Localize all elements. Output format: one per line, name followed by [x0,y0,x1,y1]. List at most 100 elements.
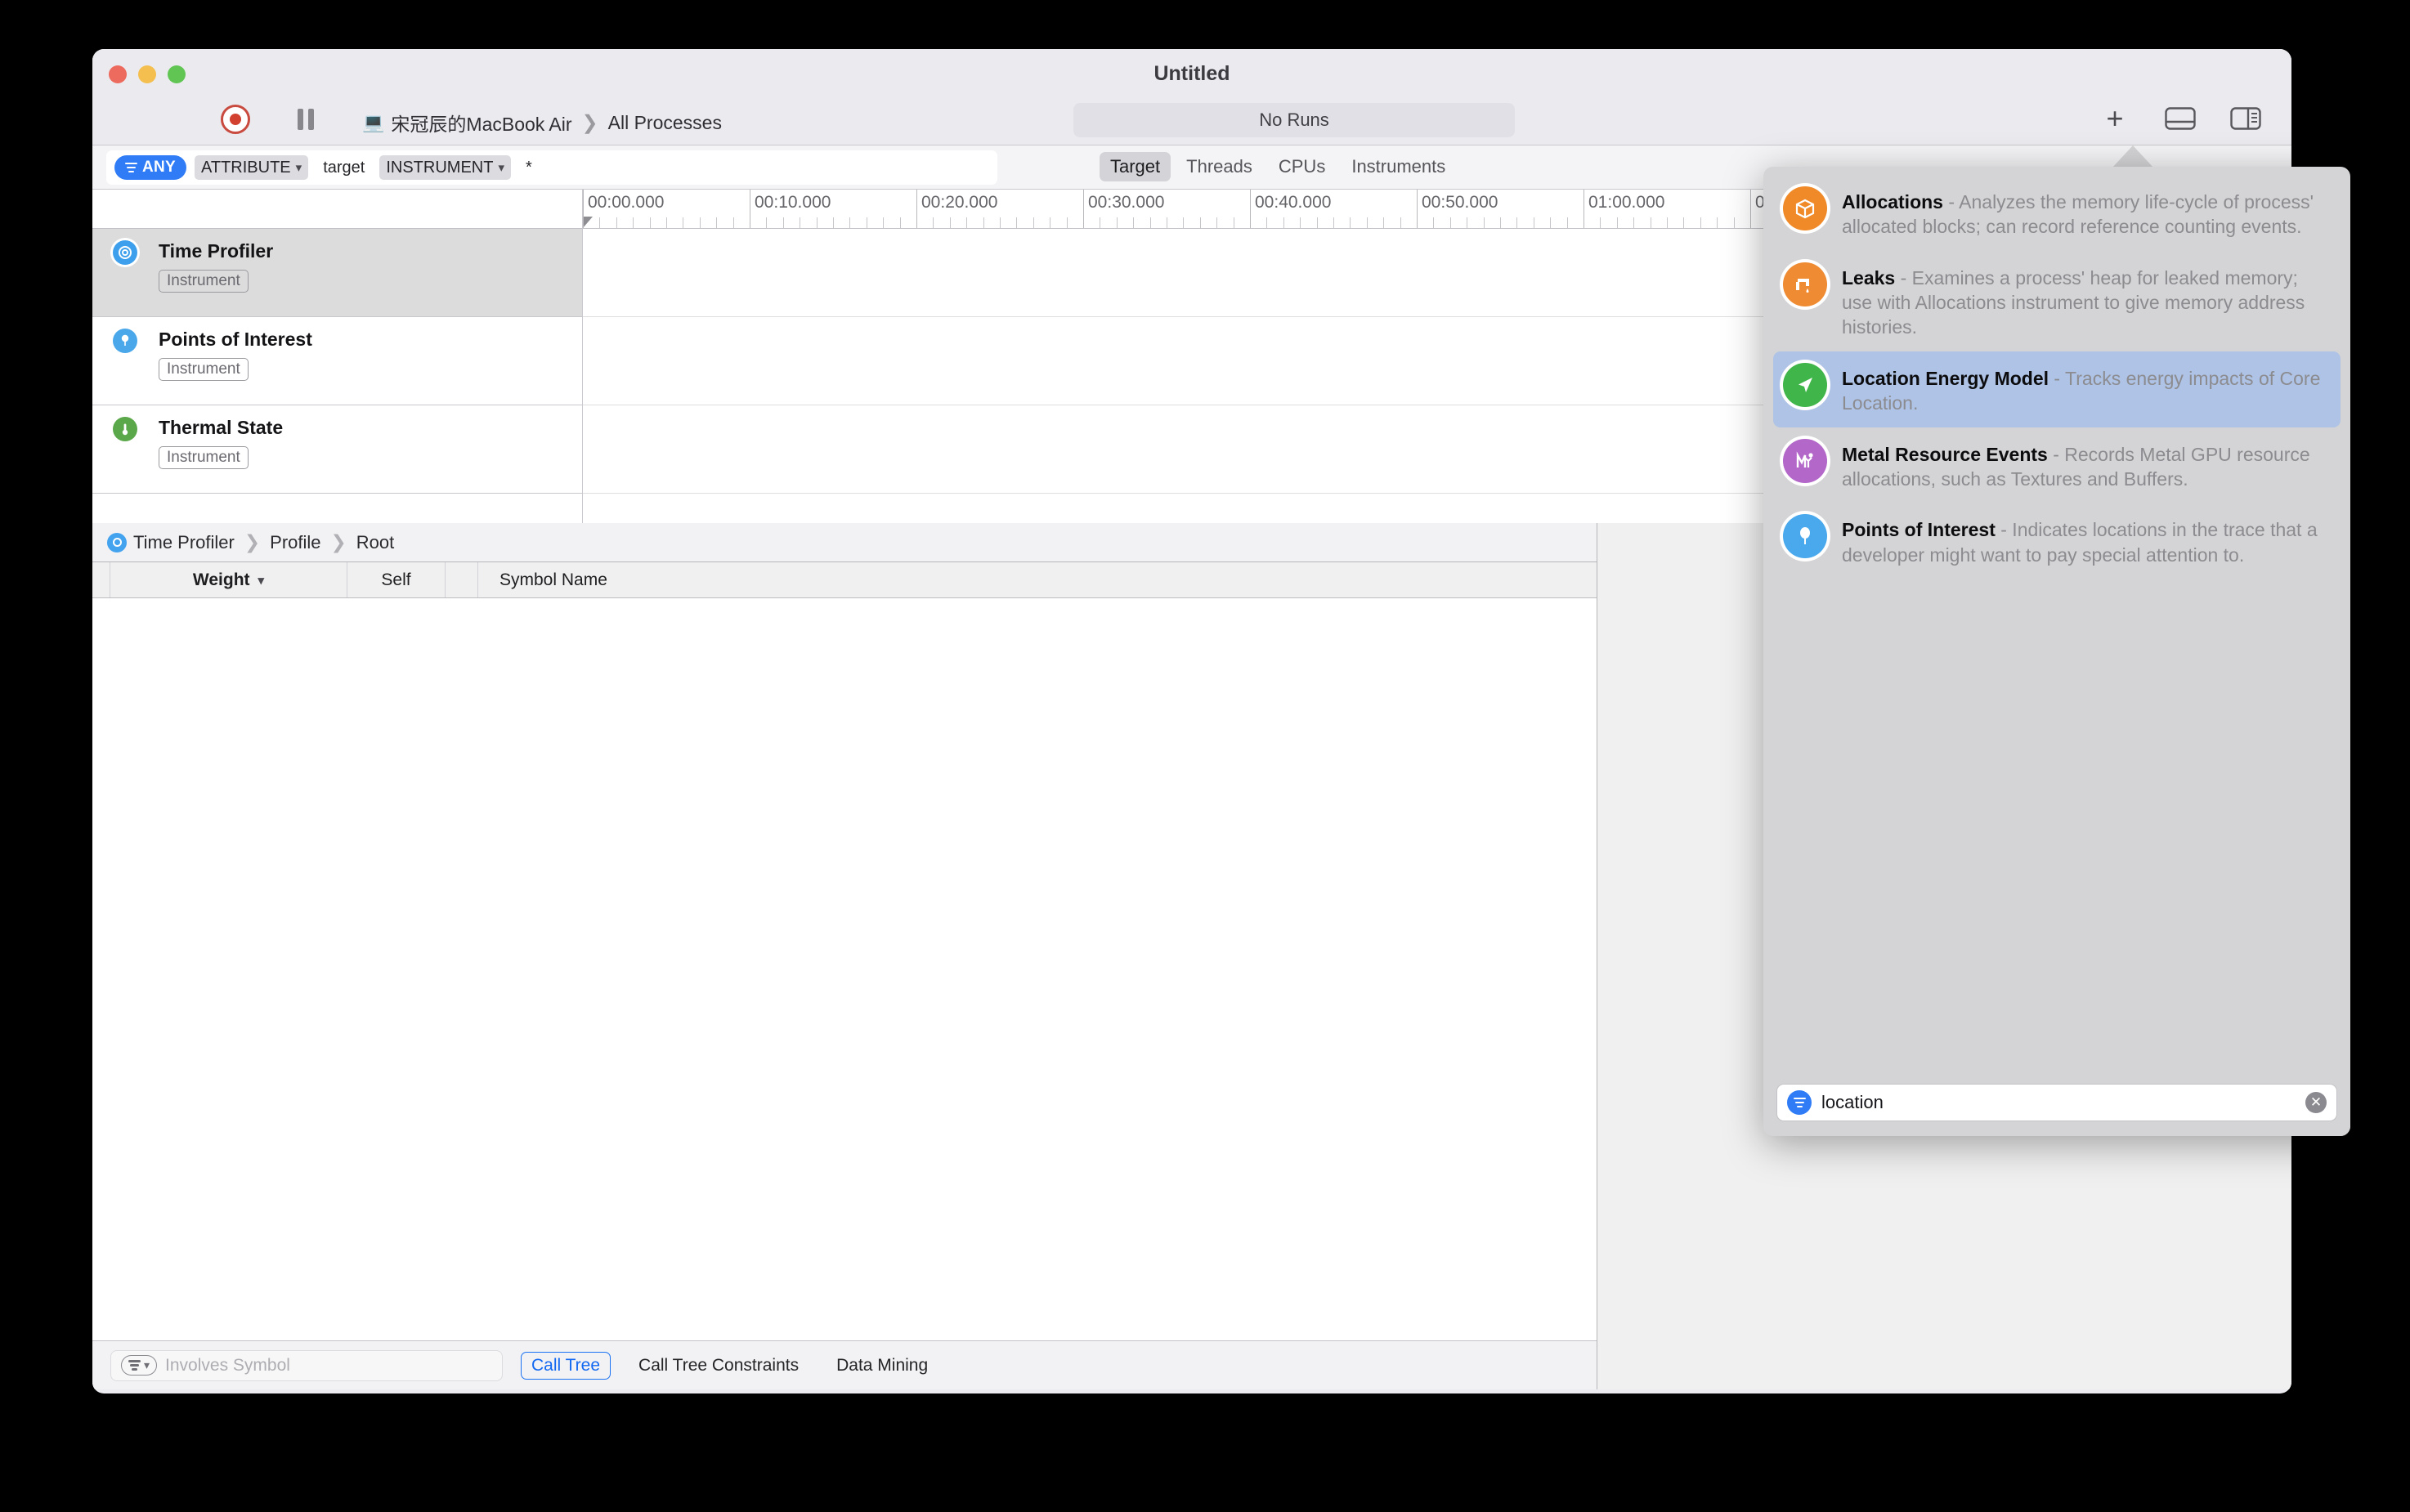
ruler-minor-tick [1300,217,1301,228]
breadcrumb-item-1[interactable]: Profile [270,532,320,553]
call-tree-pane: Time Profiler ❯ Profile ❯ Root Weight ▾ … [92,523,1597,1389]
ruler-minor-tick [1383,217,1385,228]
ruler-tick-label: 00:30.000 [1088,193,1165,212]
bottom-bar: ▾ Involves Symbol Call Tree Call Tree Co… [92,1340,1597,1389]
tab-threads[interactable]: Threads [1176,152,1263,181]
chevron-down-icon: ▾ [258,573,265,588]
ruler-minor-tick [1717,217,1718,228]
any-pill-label: ANY [142,159,177,176]
toggle-inspector-button[interactable] [2229,105,2262,132]
instrument-item-location-energy-model[interactable]: Location Energy Model - Tracks energy im… [1773,351,2341,427]
playhead-marker[interactable] [583,217,593,228]
ruler-minor-tick [816,217,818,228]
filter-token-attribute[interactable]: ATTRIBUTE ▾ [195,155,309,180]
target-scope[interactable]: All Processes [608,112,722,134]
track-badge: Instrument [159,446,249,469]
time-profiler-icon [113,240,137,265]
involves-symbol-input[interactable]: ▾ Involves Symbol [110,1349,503,1381]
filter-token-wildcard[interactable]: * [519,155,539,180]
track-title: Thermal State [159,417,284,438]
filter-icon [125,162,137,173]
ruler-minor-tick [1033,217,1034,228]
tab-instruments[interactable]: Instruments [1341,152,1456,181]
ruler-minor-tick [633,217,634,228]
tab-call-tree[interactable]: Call Tree [521,1351,611,1380]
clear-icon[interactable]: ✕ [2305,1092,2327,1113]
toolbar-right-controls: + [2099,101,2262,135]
ruler-minor-tick [1616,217,1618,228]
ruler-minor-tick [1016,217,1018,228]
filter-token-instrument[interactable]: INSTRUMENT ▾ [379,155,511,180]
filter-token-label: ATTRIBUTE [201,158,291,177]
plus-icon: + [2106,101,2124,135]
ruler-minor-tick [1500,217,1501,228]
page-title: Untitled [1153,62,1230,85]
breadcrumb-device-path: 💻 宋冠辰的MacBook Air ❯ All Processes [362,109,722,136]
runs-status[interactable]: No Runs [1073,103,1515,137]
device-name[interactable]: 宋冠辰的MacBook Air [391,109,571,136]
track-header-points-of-interest[interactable]: Points of Interest Instrument [92,317,582,405]
laptop-icon: 💻 [362,112,385,132]
instrument-search-input[interactable]: location ✕ [1776,1084,2337,1121]
add-instrument-button[interactable]: + [2099,101,2131,135]
ruler-minor-tick [1333,217,1334,228]
toolbar: 💻 宋冠辰的MacBook Air ❯ All Processes No Run… [92,95,2291,145]
ruler-minor-tick [1350,217,1351,228]
filter-scope-button[interactable]: ▾ [121,1355,158,1376]
tab-call-tree-constraints[interactable]: Call Tree Constraints [629,1353,809,1379]
chevron-right-icon: ❯ [244,531,261,552]
ruler-minor-tick [883,217,885,228]
tab-target[interactable]: Target [1100,152,1171,181]
record-button[interactable] [221,105,250,134]
chevron-down-icon: ▾ [295,161,302,175]
ruler-minor-tick [649,217,651,228]
column-header-weight[interactable]: Weight ▾ [110,562,347,597]
call-tree-table-body[interactable] [92,598,1597,1340]
instrument-search-value: location [1821,1092,1884,1112]
ruler-minor-tick [983,217,984,228]
ruler-minor-tick [766,217,768,228]
ruler-tick-label: 00:10.000 [755,193,831,212]
chevron-right-icon: ❯ [581,111,598,134]
box-icon [1783,186,1827,230]
ruler-minor-tick [1216,217,1218,228]
tab-cpus[interactable]: CPUs [1268,152,1336,181]
filter-token-target[interactable]: target [316,155,371,180]
popover-search-bar: location ✕ [1763,1072,2350,1136]
instrument-item-leaks[interactable]: Leaks - Examines a process' heap for lea… [1773,251,2341,351]
column-header-symbol-name[interactable]: Symbol Name [478,562,1597,597]
ruler-minor-tick [1733,217,1735,228]
ruler-minor-tick [1516,217,1518,228]
ruler-minor-tick [1316,217,1318,228]
points-of-interest-icon [113,329,137,353]
instrument-item-metal-resource-events[interactable]: Metal Resource Events - Records Metal GP… [1773,427,2341,503]
inspector-pane-icon [2230,107,2261,130]
ruler-minor-tick [1449,217,1451,228]
filter-input[interactable]: ANY ATTRIBUTE ▾ target INSTRUMENT ▾ * [106,150,997,185]
ruler-minor-tick [1133,217,1135,228]
ruler-minor-tick [1183,217,1185,228]
ruler-minor-tick [849,217,851,228]
ruler-minor-tick [1266,217,1268,228]
ruler-minor-tick [899,217,901,228]
track-header-time-profiler[interactable]: Time Profiler Instrument [92,229,582,317]
instrument-item-points-of-interest[interactable]: Points of Interest - Indicates locations… [1773,503,2341,579]
track-header-thermal-state[interactable]: Thermal State Instrument [92,405,582,494]
ruler-minor-tick [1566,217,1568,228]
ruler-minor-tick [1633,217,1635,228]
pause-button[interactable] [293,106,319,132]
breadcrumb-item-0[interactable]: Time Profiler [133,532,235,553]
column-header-self[interactable]: Self [347,562,446,597]
ruler-tick-label: 00:00.000 [588,193,665,212]
instrument-item-allocations[interactable]: Allocations - Analyzes the memory life-c… [1773,175,2341,251]
ruler-tick-label: 00:50.000 [1422,193,1498,212]
popover-arrow [2112,145,2154,168]
breadcrumb-item-2[interactable]: Root [356,532,394,553]
ruler-minor-tick [949,217,951,228]
any-filter-pill[interactable]: ANY [114,155,187,180]
scope-tabs: Target Threads CPUs Instruments [1100,152,1456,181]
instrument-name: Allocations [1842,191,1943,212]
toggle-bottom-pane-button[interactable] [2164,105,2197,132]
track-header-list: Time Profiler Instrument Points of Inter… [92,190,583,562]
tab-data-mining[interactable]: Data Mining [826,1353,938,1379]
